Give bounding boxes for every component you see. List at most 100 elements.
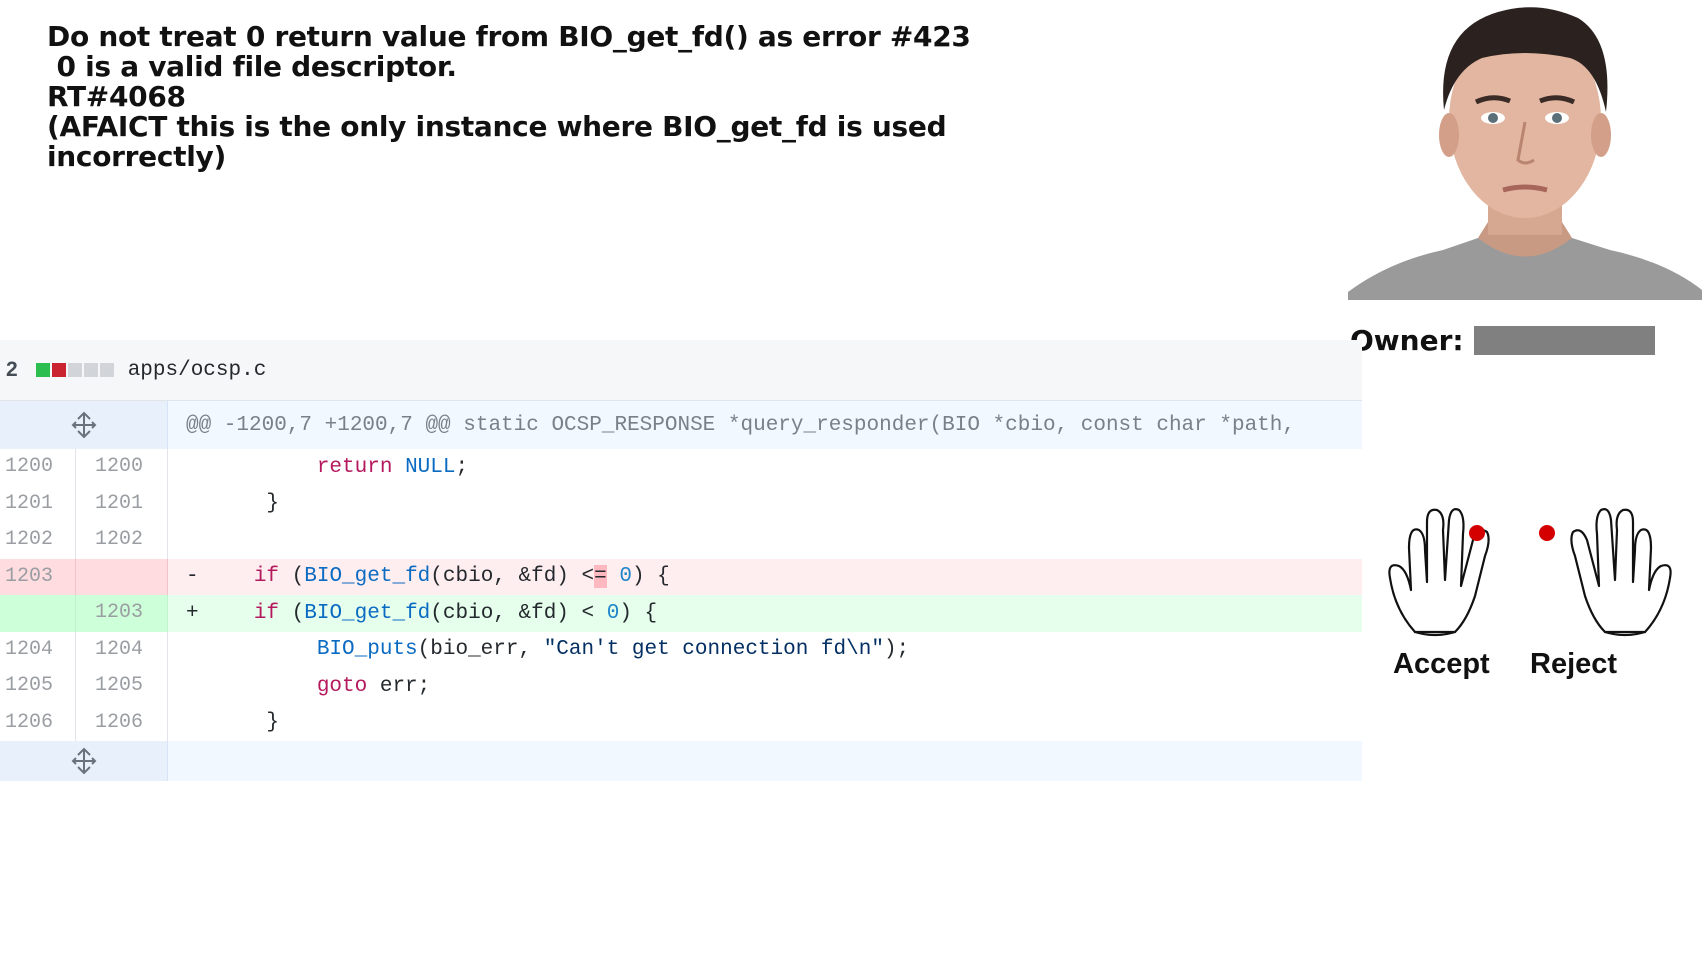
number-literal: 0 xyxy=(606,601,620,625)
deleted-line: 1203 - if (BIO_get_fd (cbio, &fd) < = 0) { xyxy=(0,558,1362,596)
diff-line: 1206 1206 } xyxy=(0,704,1362,742)
owner-redacted-value xyxy=(1473,325,1655,355)
hunk-header-row: @@ -1200,7 +1200,7 @@ static OCSP_RESPON… xyxy=(0,401,1362,449)
diffstat-bar xyxy=(35,363,114,377)
arguments: (cbio, &fd) < xyxy=(430,565,595,589)
commit-message-line: incorrectly) xyxy=(47,140,227,173)
code-line: return NULL; xyxy=(168,449,1362,486)
new-line-number[interactable]: 1200 xyxy=(76,449,168,486)
new-line-number[interactable]: 1203 xyxy=(76,595,168,632)
file-header: 2 apps/ocsp.c xyxy=(0,340,1362,401)
hunk-header: @@ -1200,7 +1200,7 @@ static OCSP_RESPON… xyxy=(186,413,1295,437)
diff-view: 2 apps/ocsp.c @@ -1200,7 +1200,7 @@ stat… xyxy=(0,340,1362,783)
owner-photo xyxy=(1348,0,1702,300)
person-portrait-icon xyxy=(1348,0,1702,300)
expand-up-button[interactable] xyxy=(0,401,168,449)
owner-field: Owner: xyxy=(1350,322,1655,358)
expander-row xyxy=(0,741,1362,781)
arguments: (bio_err, xyxy=(417,638,544,662)
new-line-number[interactable]: 1205 xyxy=(76,668,168,705)
punctuation: ) { xyxy=(631,565,670,589)
punctuation: ( xyxy=(279,601,305,625)
old-line-number[interactable]: 1204 xyxy=(0,631,76,668)
diffstat-neutral-block xyxy=(99,363,114,377)
function-name: BIO_get_fd xyxy=(304,601,431,625)
reject-hand-icon[interactable] xyxy=(1570,508,1672,637)
code-text: err; xyxy=(367,674,431,698)
old-line-number[interactable]: 1205 xyxy=(0,668,76,705)
diffstat-added-block xyxy=(35,363,50,377)
commit-message-line: RT#4068 xyxy=(47,80,186,113)
code-line: BIO_puts (bio_err, "Can't get connection … xyxy=(168,632,1362,669)
old-line-number[interactable] xyxy=(0,595,76,632)
keyword: if xyxy=(253,601,280,625)
file-path-link[interactable]: apps/ocsp.c xyxy=(128,359,267,382)
new-line-number[interactable] xyxy=(76,558,168,595)
function-name: BIO_puts xyxy=(316,638,418,662)
old-line-number[interactable]: 1202 xyxy=(0,522,76,559)
string-literal: "Can't get connection fd\n" xyxy=(543,638,884,662)
new-line-number[interactable]: 1201 xyxy=(76,485,168,522)
number-literal: 0 xyxy=(619,565,632,589)
code-line: } xyxy=(168,486,1362,523)
commit-message: Do not treat 0 return value from BIO_get… xyxy=(47,20,971,173)
punctuation: ; xyxy=(455,455,469,479)
diff-marker: - xyxy=(186,565,199,589)
punctuation: ); xyxy=(883,638,910,662)
arguments: (cbio, &fd) < xyxy=(430,601,607,625)
unfold-icon xyxy=(71,411,96,439)
new-line-number[interactable]: 1202 xyxy=(76,522,168,559)
unfold-icon xyxy=(71,747,96,775)
code-line: goto err; xyxy=(168,668,1362,705)
expand-down-button[interactable] xyxy=(0,741,168,781)
keyword: return xyxy=(316,455,393,479)
code-line: - if (BIO_get_fd (cbio, &fd) < = 0) { xyxy=(168,559,1362,596)
function-name: BIO_get_fd xyxy=(304,565,431,589)
added-line: 1203 + if (BIO_get_fd (cbio, &fd) < 0) { xyxy=(0,595,1362,632)
removed-char-highlight: = xyxy=(594,565,607,589)
diff-line: 1202 1202 xyxy=(0,522,1362,559)
diffstat-neutral-block xyxy=(67,363,82,377)
keyword: if xyxy=(253,565,280,589)
code-text: } xyxy=(216,492,280,516)
decision-panel: Accept Reject xyxy=(1385,500,1675,690)
diffstat-removed-block xyxy=(51,363,66,377)
old-line-number[interactable]: 1206 xyxy=(0,704,76,741)
reject-label[interactable]: Reject xyxy=(1530,648,1617,681)
new-line-number[interactable]: 1206 xyxy=(76,704,168,741)
diff-line: 1205 1205 goto err; xyxy=(0,668,1362,705)
old-line-number[interactable]: 1200 xyxy=(0,449,76,486)
keyword: goto xyxy=(316,674,368,698)
punctuation: ( xyxy=(279,565,305,589)
commit-message-line: 0 is a valid file descriptor. xyxy=(47,50,457,83)
accept-marker-icon xyxy=(1469,525,1485,541)
owner-label: Owner: xyxy=(1350,323,1464,357)
old-line-number[interactable]: 1201 xyxy=(0,485,76,522)
commit-message-line: Do not treat 0 return value from BIO_get… xyxy=(47,20,971,53)
code-line: + if (BIO_get_fd (cbio, &fd) < 0) { xyxy=(168,595,1362,632)
change-count: 2 xyxy=(6,358,18,381)
diff-line: 1201 1201 } xyxy=(0,485,1362,523)
code-line: } xyxy=(168,705,1362,742)
old-line-number[interactable]: 1203 xyxy=(0,558,76,595)
hands-graphic xyxy=(1388,508,1672,637)
code-text: } xyxy=(216,711,280,735)
expander-space xyxy=(168,741,1362,781)
diff-marker: + xyxy=(186,601,199,625)
commit-message-line: (AFAICT this is the only instance where … xyxy=(47,110,947,143)
diff-line: 1200 1200 return NULL; xyxy=(0,449,1362,486)
diffstat-neutral-block xyxy=(83,363,98,377)
punctuation: ) { xyxy=(619,601,658,625)
reject-marker-icon xyxy=(1539,525,1555,541)
accept-label[interactable]: Accept xyxy=(1393,648,1490,681)
constant: NULL xyxy=(405,455,456,479)
new-line-number[interactable]: 1204 xyxy=(76,631,168,668)
diff-line: 1204 1204 BIO_puts (bio_err, "Can't get c… xyxy=(0,631,1362,669)
